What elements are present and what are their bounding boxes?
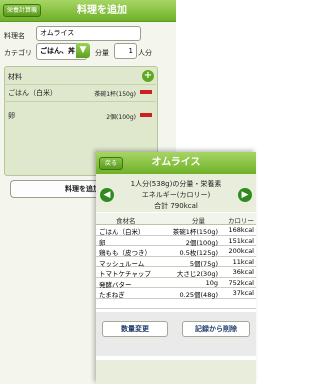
table-row[interactable]: 鶏もも（皮つき） 0.5枚(125g) 200kcal <box>96 246 256 257</box>
dish-name-field[interactable]: オムライス <box>36 26 141 41</box>
calorie-bar <box>140 90 152 94</box>
nutrient-total: 合計 790kcal <box>154 202 198 210</box>
ingredient-name: 卵 <box>99 238 106 247</box>
ingredient-calories: 11kcal <box>232 257 254 266</box>
prev-nutrient-icon[interactable]: ◀ <box>100 188 114 202</box>
ingredient-name: ごはん（白米） <box>8 89 57 97</box>
back-button[interactable]: 戻る <box>99 157 123 170</box>
ingredient-calories: 36kcal <box>232 268 254 276</box>
ingredient-calories: 200kcal <box>228 247 254 255</box>
quantity-field[interactable]: 1 <box>114 43 137 59</box>
dish-name-label: 料理名 <box>4 32 25 40</box>
table-row[interactable]: マッシュルーム 5個(75g) 11kcal <box>96 257 256 268</box>
empty-row <box>96 299 256 309</box>
ingredient-amount: 10g <box>205 278 218 287</box>
category-label: カテゴリ <box>4 49 32 57</box>
ingredient-name: たまねぎ <box>99 291 125 299</box>
ingredient-calories: 37kcal <box>232 289 254 297</box>
next-nutrient-icon[interactable]: ▶ <box>238 188 252 202</box>
ingredient-amount: 2個(100g) <box>185 238 218 247</box>
table-row[interactable]: 卵 2個(100g) 151kcal <box>96 236 256 247</box>
ingredient-amount: 0.5枚(125g) <box>179 249 218 257</box>
ingredient-amount: 0.25個(48g) <box>179 291 218 299</box>
ingredient-amount: 大さじ2(30g) <box>176 270 218 278</box>
chevron-down-icon[interactable]: ▼ <box>76 43 90 58</box>
ingredient-amount: 茶碗1杯(150g) <box>172 228 218 236</box>
ingredient-name: 卵 <box>8 112 15 120</box>
table-row[interactable]: たまねぎ 0.25個(48g) 37kcal <box>96 288 256 299</box>
page-title: オムライス <box>151 157 201 168</box>
change-quantity-button[interactable]: 数量変更 <box>102 321 168 337</box>
ingredient-calories: 151kcal <box>228 236 254 245</box>
calorie-bar <box>140 113 152 117</box>
table-row[interactable]: 発酵バター 10g 752kcal <box>96 278 256 289</box>
column-header: カロリー <box>228 217 254 225</box>
ingredient-amount: 5個(75g) <box>189 259 218 268</box>
ingredient-name: マッシュルーム <box>99 259 145 268</box>
ingredient-amount: 茶碗1杯(150g) <box>94 91 136 98</box>
column-header: 分量 <box>192 217 205 225</box>
delete-record-button[interactable]: 記録から削除 <box>182 321 250 337</box>
ingredient-name: 発酵バター <box>99 280 132 289</box>
nutrient-name: エネルギー(カロリー) <box>141 191 211 199</box>
serving-info: 1人分(538g)の分量・栄養素 <box>130 180 222 188</box>
ingredients-label: 材料 <box>8 73 22 81</box>
ingredient-name: 鶏もも（皮つき） <box>99 249 151 257</box>
back-button[interactable]: 栄養計算機 <box>3 4 41 17</box>
ingredient-amount: 2個(100g) <box>106 114 136 121</box>
add-ingredient-icon[interactable]: + <box>142 70 154 82</box>
ingredient-name: トマトケチャップ <box>99 270 151 278</box>
ingredient-name: ごはん（白米） <box>99 228 145 236</box>
column-header: 食材名 <box>116 217 136 225</box>
footer-bar <box>96 360 256 384</box>
ingredient-calories: 752kcal <box>228 278 254 287</box>
table-row[interactable]: ごはん（白米） 茶碗1杯(150g) 168kcal <box>96 225 256 236</box>
quantity-label: 分量 <box>95 49 109 57</box>
table-row[interactable]: トマトケチャップ 大さじ2(30g) 36kcal <box>96 267 256 278</box>
quantity-unit: 人分 <box>138 49 152 57</box>
ingredient-calories: 168kcal <box>228 226 254 234</box>
dish-detail-screen: 戻る オムライス 1人分(538g)の分量・栄養素 エネルギー(カロリー) 合計… <box>96 152 256 384</box>
page-title: 料理を追加 <box>77 5 127 16</box>
